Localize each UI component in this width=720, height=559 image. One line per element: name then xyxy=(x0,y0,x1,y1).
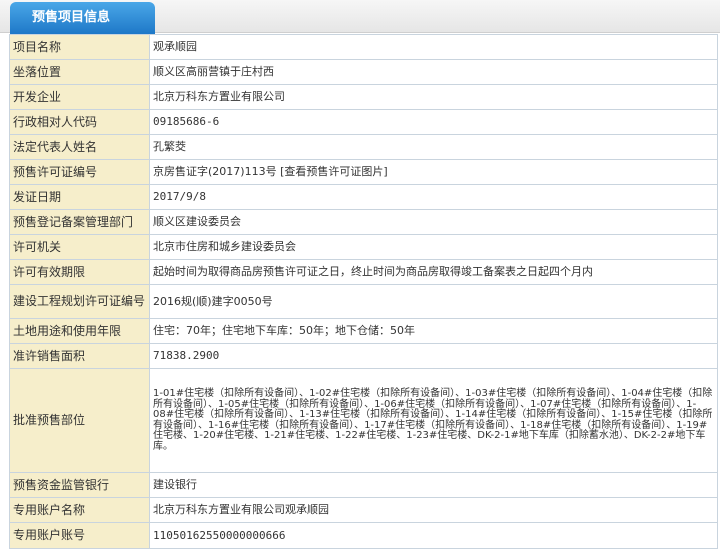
registration-dept-value: 顺义区建设委员会 xyxy=(149,209,718,235)
field-label: 建设工程规划许可证编号 xyxy=(9,284,150,319)
field-label: 发证日期 xyxy=(9,184,150,210)
approved-units-value: 1-01#住宅楼（扣除所有设备间）、1-02#住宅楼（扣除所有设备间）、1-03… xyxy=(149,368,718,473)
field-label: 许可有效期限 xyxy=(9,259,150,285)
table-row: 准许销售面积 71838.2900 xyxy=(9,343,718,369)
field-label: 行政相对人代码 xyxy=(9,109,150,135)
account-name-value: 北京万科东方置业有限公司观承顺园 xyxy=(149,497,718,523)
table-row: 发证日期 2017/9/8 xyxy=(9,184,718,210)
table-row: 许可有效期限 起始时间为取得商品房预售许可证之日，终止时间为商品房取得竣工备案表… xyxy=(9,259,718,285)
licensing-authority-value: 北京市住房和城乡建设委员会 xyxy=(149,234,718,260)
permit-number-value[interactable]: 京房售证字(2017)113号 [查看预售许可证图片] xyxy=(149,159,718,185)
table-row: 预售许可证编号 京房售证字(2017)113号 [查看预售许可证图片] xyxy=(9,159,718,185)
table-row: 开发企业 北京万科东方置业有限公司 xyxy=(9,84,718,110)
project-name-value: 观承顺园 xyxy=(149,34,718,60)
table-row: 项目名称 观承顺园 xyxy=(9,34,718,60)
field-label: 专用账户名称 xyxy=(9,497,150,523)
account-number-value: 11050162550000000666 xyxy=(149,522,718,549)
table-row: 许可机关 北京市住房和城乡建设委员会 xyxy=(9,234,718,260)
sale-area-value: 71838.2900 xyxy=(149,343,718,369)
field-label: 预售资金监管银行 xyxy=(9,472,150,498)
table-row: 预售登记备案管理部门 顺义区建设委员会 xyxy=(9,209,718,235)
location-value: 顺义区高丽营镇于庄村西 xyxy=(149,59,718,85)
table-row: 专用账户名称 北京万科东方置业有限公司观承顺园 xyxy=(9,497,718,523)
table-row: 建设工程规划许可证编号 2016规(顺)建字0050号 xyxy=(9,284,718,319)
field-label: 准许销售面积 xyxy=(9,343,150,369)
field-label: 土地用途和使用年限 xyxy=(9,318,150,344)
table-row: 专用账户账号 11050162550000000666 xyxy=(9,522,718,549)
field-label: 法定代表人姓名 xyxy=(9,134,150,160)
field-label: 预售登记备案管理部门 xyxy=(9,209,150,235)
developer-value: 北京万科东方置业有限公司 xyxy=(149,84,718,110)
project-info-table: 项目名称 观承顺园 坐落位置 顺义区高丽营镇于庄村西 开发企业 北京万科东方置业… xyxy=(9,34,718,549)
field-label: 预售许可证编号 xyxy=(9,159,150,185)
table-row: 坐落位置 顺义区高丽营镇于庄村西 xyxy=(9,59,718,85)
table-row: 批准预售部位 1-01#住宅楼（扣除所有设备间）、1-02#住宅楼（扣除所有设备… xyxy=(9,368,718,473)
field-label: 项目名称 xyxy=(9,34,150,60)
land-use-value: 住宅：70年；住宅地下车库：50年；地下仓储：50年 xyxy=(149,318,718,344)
field-label: 许可机关 xyxy=(9,234,150,260)
issue-date-value: 2017/9/8 xyxy=(149,184,718,210)
table-row: 法定代表人姓名 孔繁茭 xyxy=(9,134,718,160)
field-label: 坐落位置 xyxy=(9,59,150,85)
supervising-bank-value: 建设银行 xyxy=(149,472,718,498)
tab-presale-project-info[interactable]: 预售项目信息 xyxy=(10,2,155,34)
validity-period-value: 起始时间为取得商品房预售许可证之日，终止时间为商品房取得竣工备案表之日起四个月内 xyxy=(149,259,718,285)
field-label: 批准预售部位 xyxy=(9,368,150,473)
legal-rep-value: 孔繁茭 xyxy=(149,134,718,160)
tab-bar: 预售项目信息 xyxy=(0,0,720,34)
table-row: 预售资金监管银行 建设银行 xyxy=(9,472,718,498)
presale-project-panel: 预售项目信息 项目名称 观承顺园 坐落位置 顺义区高丽营镇于庄村西 开发企业 北… xyxy=(0,0,720,559)
field-label: 专用账户账号 xyxy=(9,522,150,549)
field-label: 开发企业 xyxy=(9,84,150,110)
planning-permit-value: 2016规(顺)建字0050号 xyxy=(149,284,718,319)
table-row: 土地用途和使用年限 住宅：70年；住宅地下车库：50年；地下仓储：50年 xyxy=(9,318,718,344)
table-row: 行政相对人代码 09185686-6 xyxy=(9,109,718,135)
admin-code-value: 09185686-6 xyxy=(149,109,718,135)
